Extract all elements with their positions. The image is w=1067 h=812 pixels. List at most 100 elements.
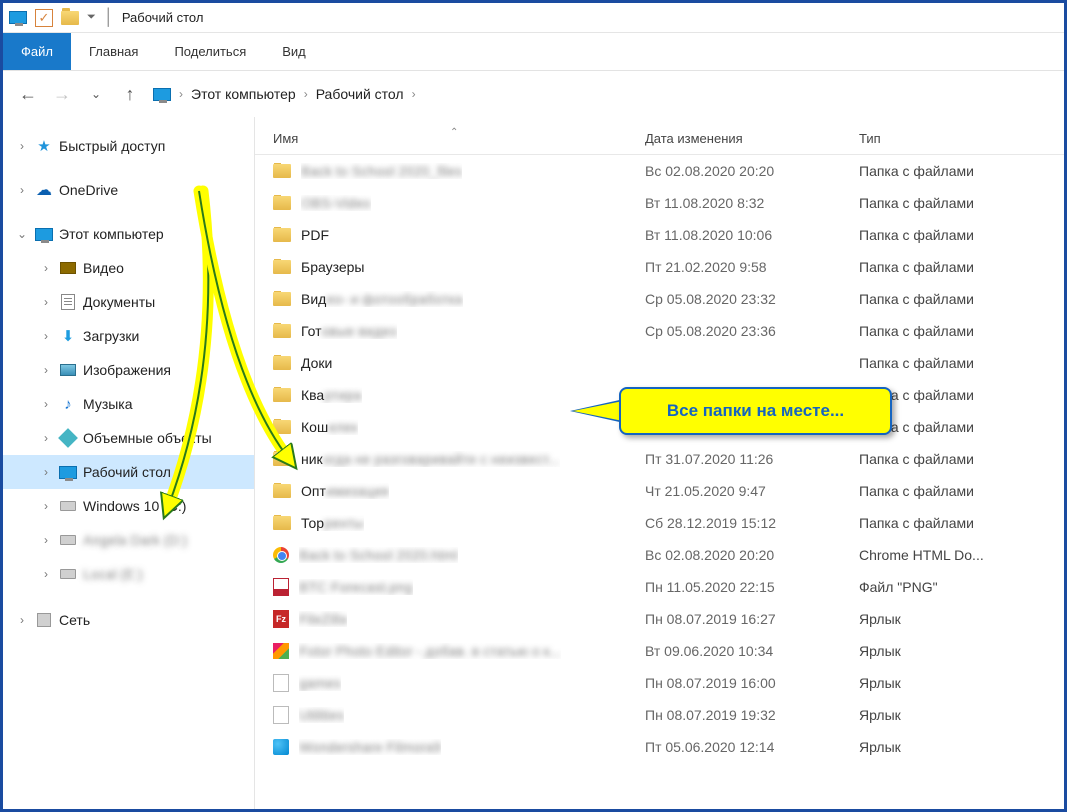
- chevron-right-icon[interactable]: ›: [39, 329, 53, 343]
- table-row[interactable]: BTC Forecast.pngПн 11.05.2020 22:15Файл …: [255, 571, 1064, 603]
- sidebar-label: Angela Dark (D:): [83, 532, 187, 548]
- callout-text: Все папки на месте...: [667, 401, 844, 421]
- table-row[interactable]: БраузерыПт 21.02.2020 9:58Папка с файлам…: [255, 251, 1064, 283]
- nav-back-icon[interactable]: ←: [17, 83, 39, 105]
- nav-history-icon[interactable]: ⌄: [85, 83, 107, 105]
- sidebar-item-video[interactable]: ›Видео: [3, 251, 254, 285]
- cell-type: Папка с файлами: [859, 355, 1064, 371]
- chevron-right-icon[interactable]: ›: [15, 613, 29, 627]
- sidebar-label: Рабочий стол: [83, 464, 171, 480]
- sidebar-item-d[interactable]: › Angela Dark (D:): [3, 523, 254, 557]
- breadcrumb-root[interactable]: Этот компьютер: [191, 86, 296, 102]
- chevron-right-icon[interactable]: ›: [39, 499, 53, 513]
- table-row[interactable]: UtilitiesПн 08.07.2019 19:32Ярлык: [255, 699, 1064, 731]
- chevron-right-icon[interactable]: ›: [15, 183, 29, 197]
- cell-name: games: [255, 674, 645, 692]
- chevron-icon[interactable]: ›: [304, 87, 308, 101]
- tab-home[interactable]: Главная: [71, 33, 156, 70]
- rows-container: Back to School 2020_filesВс 02.08.2020 2…: [255, 155, 1064, 763]
- table-row[interactable]: Back to School 2020.html Вс 02.08.2020 20…: [255, 539, 1064, 571]
- cube-icon: [59, 429, 77, 447]
- sidebar-item-downloads[interactable]: ›⬇Загрузки: [3, 319, 254, 353]
- chevron-right-icon[interactable]: ›: [39, 431, 53, 445]
- cell-type: Папка с файлами: [859, 259, 1064, 275]
- sidebar-item-music[interactable]: ›♪Музыка: [3, 387, 254, 421]
- table-row[interactable]: PDFВт 11.08.2020 10:06Папка с файлами: [255, 219, 1064, 251]
- table-row[interactable]: OBS-VideoВт 11.08.2020 8:32Папка с файла…: [255, 187, 1064, 219]
- cell-type: Папка с файлами: [859, 323, 1064, 339]
- tab-file[interactable]: Файл: [3, 33, 71, 70]
- doc-icon: [59, 293, 77, 311]
- sidebar-item-onedrive[interactable]: ›☁OneDrive: [3, 173, 254, 207]
- chevron-right-icon[interactable]: ›: [39, 465, 53, 479]
- nav-up-icon[interactable]: ↑: [119, 83, 141, 105]
- chevron-right-icon[interactable]: ›: [39, 567, 53, 581]
- table-row[interactable]: FzFileZillaПн 08.07.2019 16:27Ярлык: [255, 603, 1064, 635]
- table-row[interactable]: ТоррентыСб 28.12.2019 15:12Папка с файла…: [255, 507, 1064, 539]
- file-name: Доки: [301, 355, 332, 371]
- table-row[interactable]: никогда не разговаривайте с неизвест...П…: [255, 443, 1064, 475]
- file-name: Back to School 2020.html: [299, 547, 458, 563]
- sidebar-label: Документы: [83, 294, 155, 310]
- table-row[interactable]: Готовые видеоСр 05.08.2020 23:36Папка с …: [255, 315, 1064, 347]
- cell-date: Вс 02.08.2020 20:20: [645, 163, 859, 179]
- disk-icon: [59, 497, 77, 515]
- table-row[interactable]: Wondershare Filmora9Пт 05.06.2020 12:14Я…: [255, 731, 1064, 763]
- nav-toolbar: ← → ⌄ ↑ › Этот компьютер › Рабочий стол …: [3, 71, 1064, 117]
- qat-newfolder-icon[interactable]: [61, 11, 79, 25]
- file-name: Браузеры: [301, 259, 365, 275]
- cell-date: Вс 02.08.2020 20:20: [645, 547, 859, 563]
- file-icon: [273, 706, 289, 724]
- cell-date: Пн 08.07.2019 19:32: [645, 707, 859, 723]
- table-row[interactable]: Fotor Photo Editor - добав. в статью о к…: [255, 635, 1064, 667]
- sidebar-item-e[interactable]: ›Local (E:): [3, 557, 254, 591]
- column-name[interactable]: Имя⌃: [255, 131, 645, 146]
- chevron-icon[interactable]: ›: [179, 87, 183, 101]
- table-row[interactable]: Видео- и фотообработкаСр 05.08.2020 23:3…: [255, 283, 1064, 315]
- table-row[interactable]: gamesПн 08.07.2019 16:00Ярлык: [255, 667, 1064, 699]
- cell-date: Вт 11.08.2020 10:06: [645, 227, 859, 243]
- table-row[interactable]: ОптимизацияЧт 21.05.2020 9:47Папка с фай…: [255, 475, 1064, 507]
- chevron-right-icon[interactable]: ›: [39, 363, 53, 377]
- breadcrumb[interactable]: › Этот компьютер › Рабочий стол ›: [153, 86, 416, 102]
- file-name: Кошелек: [301, 419, 358, 435]
- chevron-down-icon[interactable]: ⌄: [15, 227, 29, 241]
- sidebar-item-c[interactable]: ›Windows 10 (C:): [3, 489, 254, 523]
- sidebar-item-docs[interactable]: › Документы: [3, 285, 254, 319]
- cell-date: Пн 08.07.2019 16:27: [645, 611, 859, 627]
- breadcrumb-current[interactable]: Рабочий стол: [316, 86, 404, 102]
- chevron-right-icon[interactable]: ›: [39, 295, 53, 309]
- file-name: Квартира: [301, 387, 362, 403]
- table-row[interactable]: Back to School 2020_filesВс 02.08.2020 2…: [255, 155, 1064, 187]
- column-type[interactable]: Тип: [859, 131, 1064, 146]
- chevron-right-icon[interactable]: ›: [39, 533, 53, 547]
- sidebar-item-pictures[interactable]: ›Изображения: [3, 353, 254, 387]
- sidebar-label: Быстрый доступ: [59, 138, 165, 154]
- chevron-right-icon[interactable]: ›: [39, 261, 53, 275]
- pc-icon: [153, 88, 171, 101]
- folder-icon: [273, 356, 291, 370]
- qat-dropdown-icon[interactable]: ⏷: [87, 11, 96, 24]
- sidebar-item-network[interactable]: ›Сеть: [3, 603, 254, 637]
- chevron-right-icon[interactable]: ›: [15, 139, 29, 153]
- chevron-icon[interactable]: ›: [412, 87, 416, 101]
- sidebar-item-3d[interactable]: ›Объемные объекты: [3, 421, 254, 455]
- folder-icon: [273, 260, 291, 274]
- nav-forward-icon: →: [51, 83, 73, 105]
- tab-share[interactable]: Поделиться: [156, 33, 264, 70]
- cell-date: Пт 31.07.2020 11:26: [645, 451, 859, 467]
- sidebar-item-desktop[interactable]: › Рабочий стол: [3, 455, 254, 489]
- download-icon: ⬇: [59, 327, 77, 345]
- table-row[interactable]: Доки Папка с файлами: [255, 347, 1064, 379]
- qat-properties-icon[interactable]: ✓: [35, 9, 53, 27]
- filezilla-icon: Fz: [273, 610, 289, 628]
- chevron-right-icon[interactable]: ›: [39, 397, 53, 411]
- column-date[interactable]: Дата изменения: [645, 131, 859, 146]
- cell-name: PDF: [255, 227, 645, 243]
- cell-name: Доки: [255, 355, 645, 371]
- sidebar-item-pc[interactable]: ⌄Этот компьютер: [3, 217, 254, 251]
- tab-view[interactable]: Вид: [264, 33, 324, 70]
- sidebar-item-quick[interactable]: ›★Быстрый доступ: [3, 129, 254, 163]
- sort-asc-icon: ⌃: [450, 127, 458, 138]
- cell-name: Торренты: [255, 515, 645, 531]
